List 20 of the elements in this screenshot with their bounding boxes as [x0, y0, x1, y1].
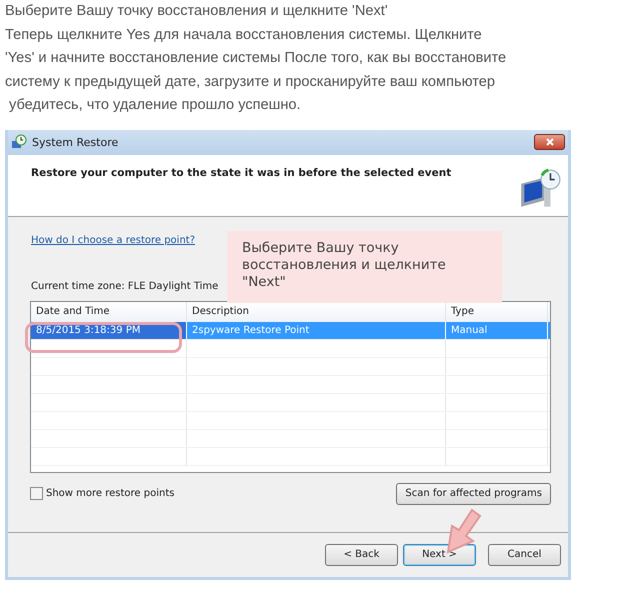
- article-text-line: систему к предыдущей дате, загрузите и просканируйте ваш компьютер: [5, 72, 495, 92]
- show-more-checkbox[interactable]: Show more restore points: [30, 487, 174, 500]
- window-title: System Restore: [32, 136, 120, 148]
- table-cell: 2spyware Restore Point: [187, 322, 446, 338]
- callout-note: Выберите Вашу точку восстановления и щелкните "Next": [227, 230, 502, 302]
- checkbox-square[interactable]: [30, 487, 43, 500]
- dialog-button[interactable]: < Back: [325, 544, 398, 566]
- dialog-button[interactable]: Cancel: [488, 544, 561, 566]
- close-icon: [544, 137, 554, 147]
- table-cell: Manual: [446, 322, 548, 338]
- restore-clock-icon: [11, 134, 27, 150]
- article-text-line: Теперь щелкните Yes для начала восстановления системы. Щелкните: [5, 26, 482, 44]
- time-zone-label: Current time zone: FLE Daylight Time: [31, 280, 218, 292]
- help-link[interactable]: How do I choose a restore point?: [31, 234, 196, 246]
- close-button[interactable]: [534, 134, 565, 150]
- article-text-line: 'Yes' и начните восстановление системы После того, как вы восстановите: [5, 49, 506, 68]
- header-text: Restore your computer to the state it was in before the selected event: [31, 166, 452, 180]
- article-text-line: убедитесь, что удаление прошло успешно.: [9, 96, 301, 115]
- article-heading: Выберите Вашу точку восстановления и щелкните 'Next': [5, 2, 388, 21]
- scan-button[interactable]: Scan for affected programs: [396, 482, 551, 504]
